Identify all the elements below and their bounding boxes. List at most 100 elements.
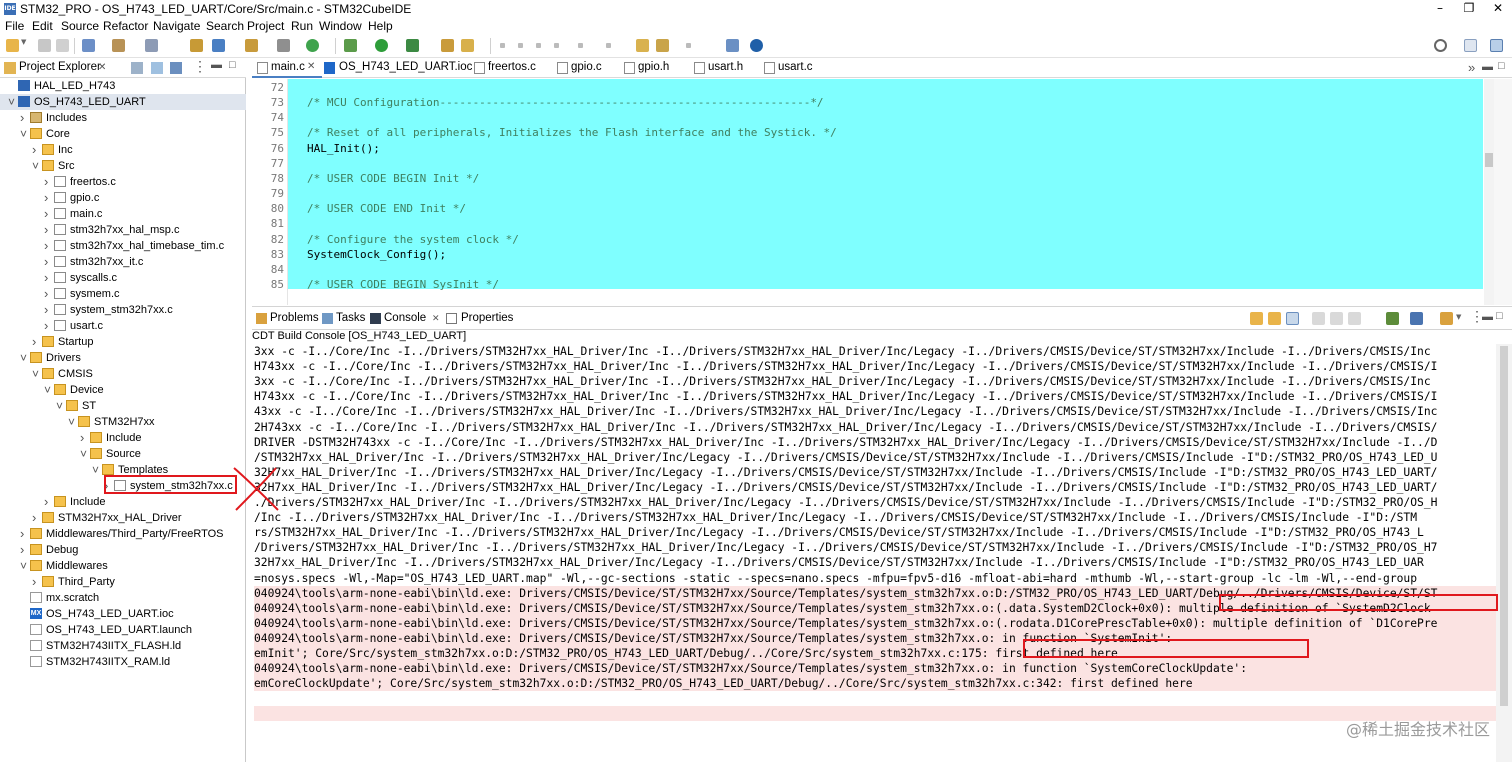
- chevron-down-icon[interactable]: ˅: [68, 414, 75, 430]
- tab-usart-h[interactable]: usart.h: [694, 58, 764, 78]
- tab-overflow-icon[interactable]: »: [1468, 60, 1475, 80]
- tree-item[interactable]: ˅ Drivers: [0, 350, 246, 366]
- external-icon[interactable]: [726, 39, 739, 52]
- tree-item[interactable]: STM32H743IITX_FLASH.ld: [0, 638, 246, 654]
- external-tools-icon[interactable]: [406, 39, 419, 52]
- back-icon[interactable]: [656, 39, 669, 52]
- menu-edit[interactable]: Edit: [32, 19, 53, 33]
- search-icon[interactable]: [461, 39, 474, 52]
- tree-item[interactable]: › syscalls.c: [0, 270, 246, 286]
- tab-main-c[interactable]: main.c ✕: [252, 58, 322, 78]
- chevron-right-icon[interactable]: ›: [44, 222, 48, 238]
- tree-item[interactable]: › Include: [0, 494, 246, 510]
- tree-item[interactable]: mx.scratch: [0, 590, 246, 606]
- tab-tasks[interactable]: Tasks: [322, 312, 366, 328]
- tree-item[interactable]: › Middlewares/Third_Party/FreeRTOS: [0, 526, 246, 542]
- scrollbar-thumb[interactable]: [1500, 346, 1508, 706]
- new-icon[interactable]: [6, 39, 19, 52]
- chevron-right-icon[interactable]: ›: [44, 270, 48, 286]
- tab-properties[interactable]: Properties: [446, 312, 516, 328]
- build-hammer-icon[interactable]: [112, 39, 125, 52]
- block-icon[interactable]: [536, 43, 541, 48]
- debug-bug-icon[interactable]: [344, 39, 357, 52]
- check-icon[interactable]: [306, 39, 319, 52]
- chevron-down-icon[interactable]: ˅: [20, 126, 27, 142]
- device-config-icon[interactable]: [212, 39, 225, 52]
- maximize-icon[interactable]: □: [1496, 310, 1503, 326]
- chevron-right-icon[interactable]: ›: [44, 190, 48, 206]
- last-edit-icon[interactable]: [636, 39, 649, 52]
- tab-ioc[interactable]: OS_H743_LED_UART.ioc: [324, 58, 474, 78]
- chevron-right-icon[interactable]: ›: [32, 142, 36, 158]
- new-project-icon[interactable]: [245, 39, 258, 52]
- chevron-right-icon[interactable]: ›: [32, 510, 36, 526]
- collapse-all-icon[interactable]: [131, 62, 143, 74]
- info-icon[interactable]: [750, 39, 763, 52]
- chevron-right-icon[interactable]: ›: [44, 302, 48, 318]
- filter-icon[interactable]: [170, 62, 182, 74]
- maximize-icon[interactable]: □: [1498, 60, 1505, 80]
- tab-console[interactable]: Console ✕: [370, 312, 442, 328]
- new-console-icon[interactable]: [1386, 312, 1399, 325]
- console-vertical-scrollbar[interactable]: [1496, 344, 1512, 762]
- chevron-right-icon[interactable]: ›: [44, 286, 48, 302]
- cpp-perspective-icon[interactable]: [1490, 39, 1503, 52]
- tree-item[interactable]: › stm32h7xx_hal_timebase_tim.c: [0, 238, 246, 254]
- search-icon[interactable]: [1434, 39, 1447, 52]
- tree-item[interactable]: › freertos.c: [0, 174, 246, 190]
- editor-vertical-scrollbar[interactable]: [1484, 79, 1494, 305]
- next-annotation-icon[interactable]: [578, 43, 583, 48]
- chevron-right-icon[interactable]: ›: [20, 110, 24, 126]
- chevron-right-icon[interactable]: ›: [32, 334, 36, 350]
- chevron-right-icon[interactable]: ›: [44, 206, 48, 222]
- tree-item[interactable]: › STM32H7xx_HAL_Driver: [0, 510, 246, 526]
- word-wrap-icon[interactable]: [1286, 312, 1299, 325]
- link-editor-icon[interactable]: [151, 62, 163, 74]
- code-area[interactable]: /* MCU Configuration--------------------…: [288, 79, 1483, 291]
- menu-project[interactable]: Project: [247, 19, 284, 33]
- close-window-button[interactable]: ✕: [1484, 0, 1512, 18]
- clear-console-icon[interactable]: [1312, 312, 1325, 325]
- pilcrow-icon[interactable]: [554, 43, 559, 48]
- tab-gpio-h[interactable]: gpio.h: [624, 58, 694, 78]
- open-console-icon[interactable]: [1440, 312, 1453, 325]
- run-icon[interactable]: [375, 39, 388, 52]
- chevron-down-icon[interactable]: ˅: [20, 350, 27, 366]
- tree-item[interactable]: MX OS_H743_LED_UART.ioc: [0, 606, 246, 622]
- restore-button[interactable]: ❐: [1455, 0, 1483, 18]
- chevron-down-icon[interactable]: ˅: [8, 94, 15, 110]
- save-all-icon[interactable]: [56, 39, 69, 52]
- chevron-down-icon[interactable]: ˅: [20, 558, 27, 574]
- minimize-icon[interactable]: ▬: [1482, 311, 1493, 327]
- tree-item[interactable]: › Startup: [0, 334, 246, 350]
- scroll-icon[interactable]: [1330, 312, 1343, 325]
- tree-item[interactable]: ˅ STM32H7xx: [0, 414, 246, 430]
- chevron-right-icon[interactable]: ›: [44, 238, 48, 254]
- open-type-icon[interactable]: [441, 39, 454, 52]
- pin-console-icon[interactable]: [1268, 312, 1281, 325]
- chevron-down-icon[interactable]: ▼: [1456, 313, 1461, 321]
- chevron-down-icon[interactable]: ˅: [56, 398, 63, 414]
- menu-window[interactable]: Window: [319, 19, 362, 33]
- menu-help[interactable]: Help: [368, 19, 393, 33]
- menu-run[interactable]: Run: [291, 19, 313, 33]
- console-output[interactable]: 3xx -c -I../Core/Inc -I../Drivers/STM32H…: [252, 344, 1496, 762]
- chevron-right-icon[interactable]: ›: [44, 494, 48, 510]
- tree-item[interactable]: ˅ Core: [0, 126, 246, 142]
- tree-item[interactable]: ˅ ST: [0, 398, 246, 414]
- tree-item[interactable]: › gpio.c: [0, 190, 246, 206]
- view-menu-icon[interactable]: ⋮: [193, 58, 207, 75]
- prev-annotation-icon[interactable]: [606, 43, 611, 48]
- chevron-down-icon[interactable]: ˅: [80, 446, 87, 462]
- tree-item[interactable]: › Third_Party: [0, 574, 246, 590]
- tree-item[interactable]: ˅ OS_H743_LED_UART: [0, 94, 246, 110]
- chevron-right-icon[interactable]: ›: [44, 174, 48, 190]
- tab-freertos-c[interactable]: freertos.c: [474, 58, 559, 78]
- minimize-icon[interactable]: ▬: [1482, 61, 1493, 81]
- tree-item[interactable]: › Inc: [0, 142, 246, 158]
- tree-item[interactable]: ˅ Src: [0, 158, 246, 174]
- chevron-right-icon[interactable]: ›: [80, 430, 84, 446]
- chevron-down-icon[interactable]: ˅: [44, 382, 51, 398]
- display-console-icon[interactable]: [1410, 312, 1423, 325]
- tree-item[interactable]: › Include: [0, 430, 246, 446]
